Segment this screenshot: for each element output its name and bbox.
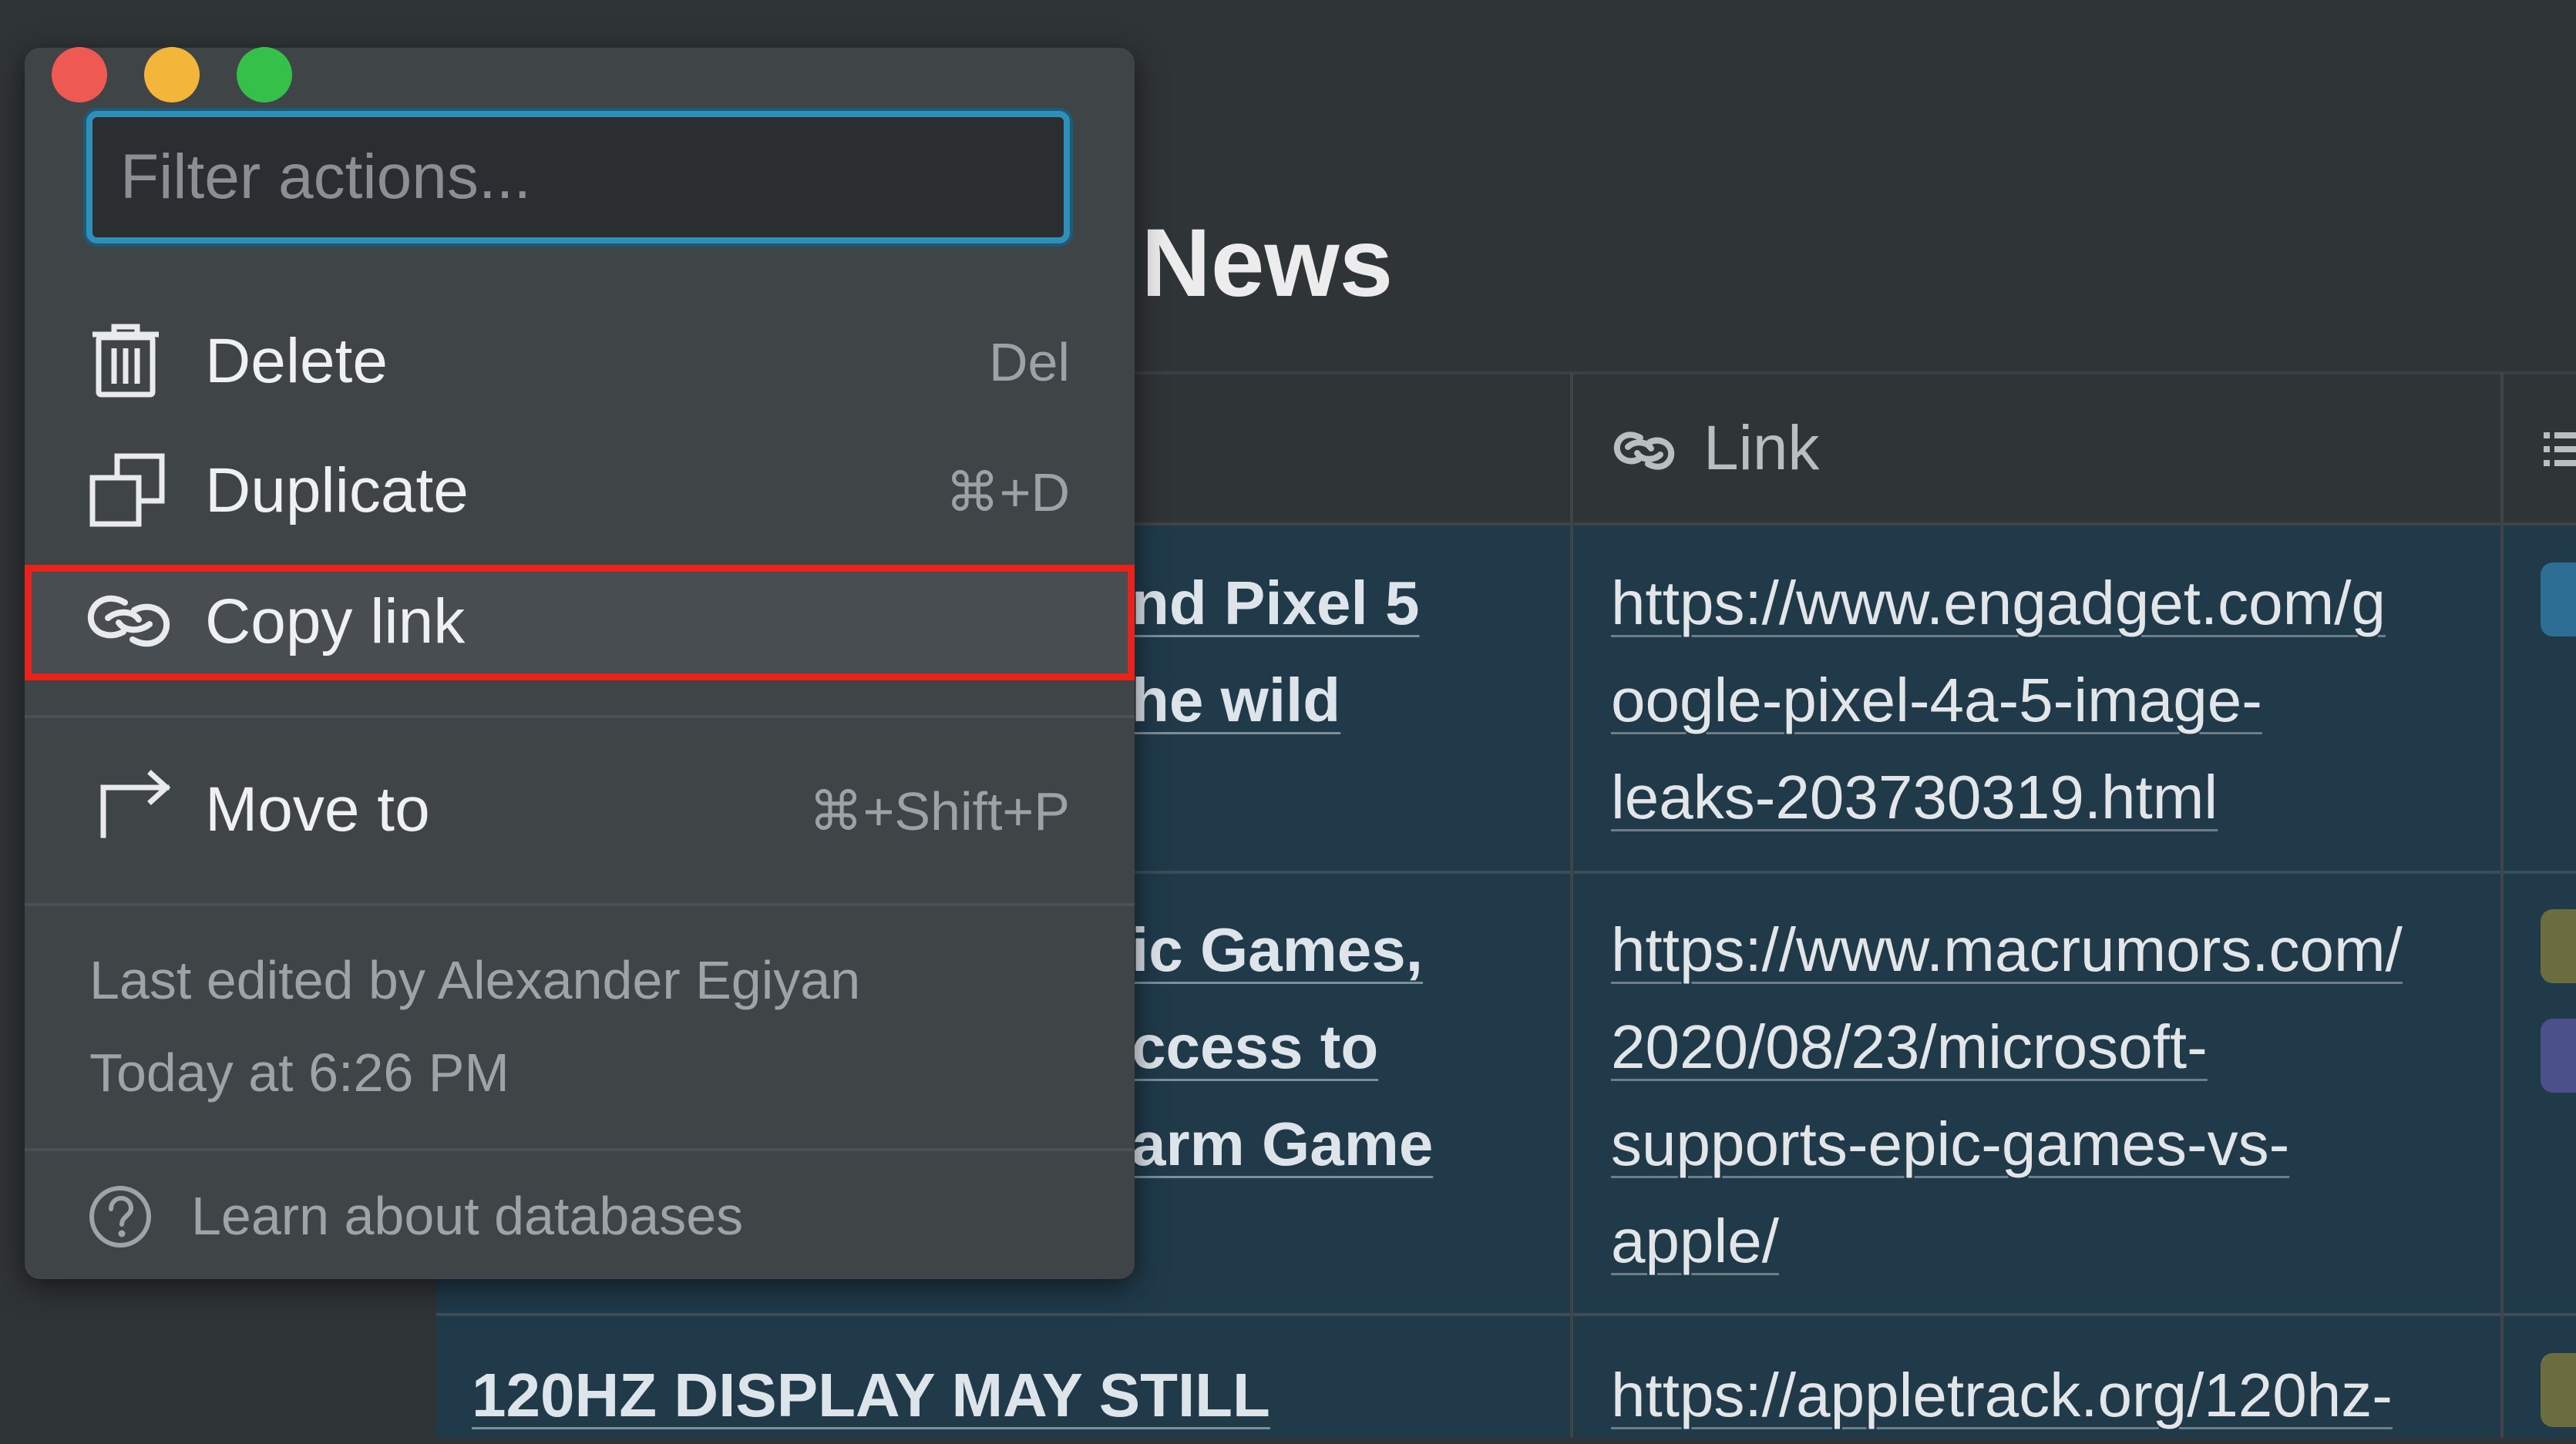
menu-divider [25,903,1135,906]
close-window-button[interactable] [52,47,107,102]
move-to-shortcut: ⌘+Shift+P [809,781,1070,841]
link-icon [87,595,170,647]
tag-badge[interactable] [2541,1019,2576,1093]
tag-badge[interactable] [2541,909,2576,983]
filter-actions-input[interactable] [86,111,1070,243]
copy-link-action[interactable]: Copy link [205,586,465,658]
menu-divider [25,715,1135,718]
last-edited-by: Last edited by Alexander Egiyan [89,950,861,1010]
maximize-window-button[interactable] [237,47,292,102]
column-divider [1570,371,1573,1438]
duplicate-action[interactable]: Duplicate [205,455,469,527]
delete-action[interactable]: Delete [205,325,388,398]
move-to-action[interactable]: Move to [205,774,430,846]
duplicate-icon [89,453,165,527]
row-name-cell[interactable]: 120HZ DISPLAY MAY STILL [472,1347,1270,1444]
row-name-cell[interactable]: nd Pixel 5 he wild [1132,555,1419,749]
list-icon [2544,432,2576,466]
row-name-cell[interactable]: ic Games, ccess to arm Game [1132,902,1433,1193]
move-arrow-icon [100,770,171,838]
learn-about-databases-link[interactable]: Learn about databases [191,1185,743,1247]
tag-badge[interactable] [2541,1353,2576,1427]
row-link-cell[interactable]: https://www.engadget.com/g oogle-pixel-4… [1611,555,2386,846]
tag-badge[interactable] [2541,562,2576,636]
minimize-window-button[interactable] [144,47,200,102]
menu-divider [25,1148,1135,1151]
row-link-cell[interactable]: https://www.macrumors.com/ 2020/08/23/mi… [1611,902,2403,1290]
delete-shortcut: Del [988,332,1070,392]
question-circle-icon [89,1186,151,1248]
copy-link-highlight[interactable] [25,565,1135,680]
duplicate-shortcut: ⌘+D [945,462,1070,522]
row-link-cell[interactable]: https://appletrack.org/120hz- [1611,1347,2393,1444]
last-edited-time: Today at 6:26 PM [89,1043,509,1103]
column-divider [2500,371,2504,1438]
column-header-link[interactable]: Link [1703,412,1819,485]
link-icon [1613,432,1675,470]
trash-icon [92,324,159,398]
